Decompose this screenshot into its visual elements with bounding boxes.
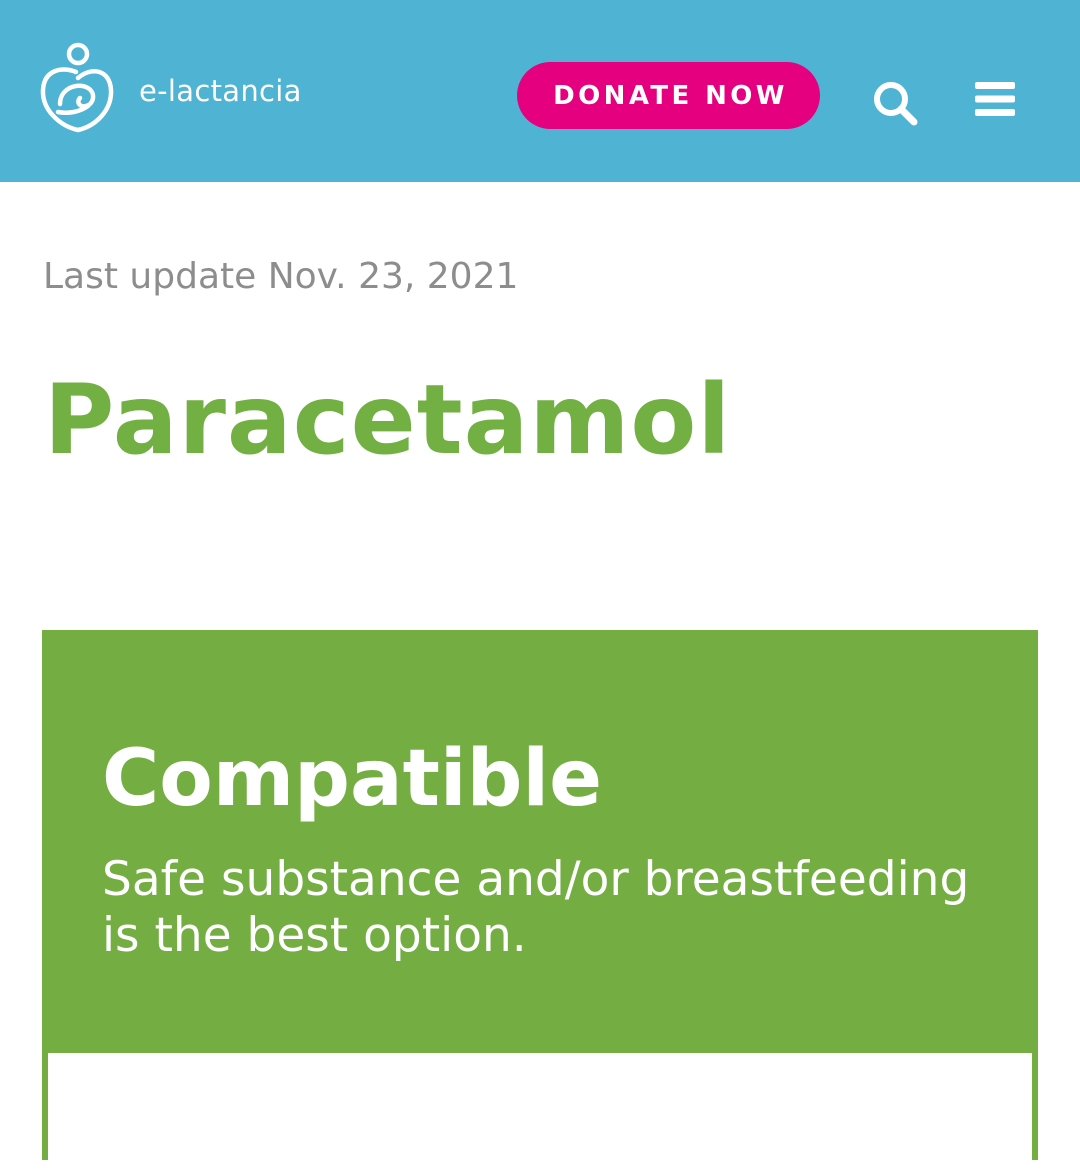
risk-level-label: Compatible: [102, 734, 603, 824]
site-header: e-lactancia DONATE NOW: [0, 0, 1080, 182]
mother-baby-logo-icon[interactable]: [38, 40, 116, 136]
product-title: Paracetamol: [44, 364, 732, 476]
hamburger-menu-icon[interactable]: [973, 80, 1017, 118]
last-update-date: Last update Nov. 23, 2021: [43, 256, 519, 297]
donate-button[interactable]: DONATE NOW: [517, 62, 820, 129]
risk-description: Safe substance and/or breastfeeding is t…: [102, 852, 970, 963]
card-body-panel: [48, 1053, 1032, 1173]
search-icon[interactable]: [870, 78, 920, 128]
brand-name[interactable]: e-lactancia: [139, 74, 302, 108]
compatibility-card: Compatible Safe substance and/or breastf…: [42, 630, 1038, 1173]
